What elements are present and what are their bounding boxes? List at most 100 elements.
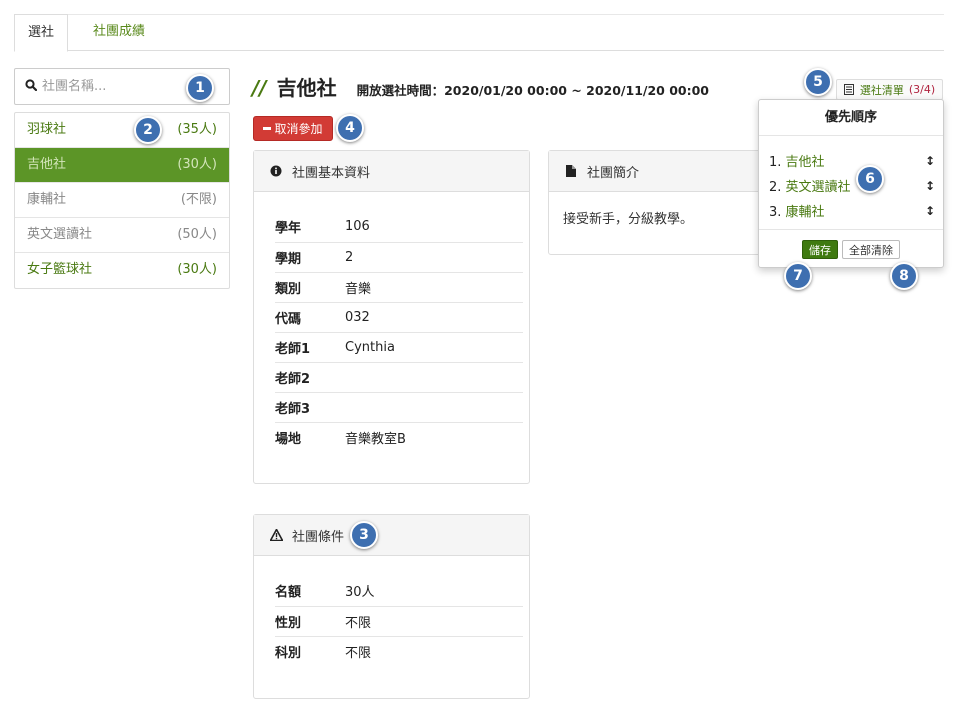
club-item-name: 吉他社 <box>27 157 67 172</box>
row-value: 不限 <box>345 606 523 637</box>
club-conditions-panel: 社團條件 名額 30人 性別 不限 科別 不限 <box>253 514 530 699</box>
title-slashes: // <box>252 76 267 100</box>
club-conditions-table: 名額 30人 性別 不限 科別 不限 <box>275 576 523 666</box>
table-row: 場地 音樂教室B <box>275 422 523 452</box>
priority-number: 3. <box>769 205 782 220</box>
club-info-header: 社團基本資料 <box>254 151 529 192</box>
row-key: 場地 <box>275 431 302 447</box>
warning-icon <box>268 529 284 541</box>
drag-handle-icon[interactable]: ↕ <box>925 154 935 168</box>
club-item-name: 康輔社 <box>27 192 67 207</box>
row-value <box>345 362 523 393</box>
row-value: 30人 <box>345 576 523 607</box>
row-value: 106 <box>345 212 523 243</box>
annotation-marker-4: 4 <box>336 114 364 142</box>
priority-list: 1. 吉他社 ↕ 2. 英文選讀社 ↕ 3. 康輔社 ↕ <box>759 136 943 230</box>
row-key: 學期 <box>275 242 345 273</box>
row-value: 音樂教室B <box>345 431 406 447</box>
tab-bar: 選社 社團成績 <box>14 14 944 52</box>
tab-select-club[interactable]: 選社 <box>14 14 69 52</box>
club-item-quota: (35人) <box>177 122 217 137</box>
club-item-name: 女子籃球社 <box>27 262 93 277</box>
drag-handle-icon[interactable]: ↕ <box>925 204 935 218</box>
priority-item[interactable]: 2. 英文選讀社 ↕ <box>769 173 935 198</box>
club-item-girls-basketball[interactable]: 女子籃球社 (30人) <box>15 253 229 288</box>
row-value: 音樂 <box>345 272 523 303</box>
club-info-panel: 社團基本資料 學年 106 學期 2 類別 音樂 代碼 032 老師1 Cynthia 老… <box>253 150 530 484</box>
cancel-join-button[interactable]: 取消參加 <box>253 116 333 141</box>
row-value: 2 <box>345 242 523 273</box>
club-intro-panel: 社團簡介 接受新手，分級教學。 <box>548 150 768 255</box>
club-item-name: 羽球社 <box>27 122 67 137</box>
row-key: 老師1 <box>275 332 345 363</box>
table-row: 學年 106 <box>275 212 523 243</box>
priority-item-text: 3. 康輔社 <box>769 201 825 220</box>
priority-club-name: 康輔社 <box>785 205 825 220</box>
selection-list-button[interactable]: 選社清單 (3/4) <box>836 79 943 100</box>
priority-item-text: 2. 英文選讀社 <box>769 176 851 195</box>
club-search-input[interactable] <box>42 79 192 94</box>
annotation-marker-7: 7 <box>784 262 812 290</box>
club-intro-header: 社團簡介 <box>549 151 767 192</box>
list-icon <box>843 84 854 95</box>
save-button[interactable]: 儲存 <box>802 240 838 259</box>
selection-count-badge: (3/4) <box>908 83 936 96</box>
club-item-quota: (30人) <box>177 157 217 172</box>
row-key: 老師3 <box>275 392 345 423</box>
annotation-marker-2: 2 <box>134 116 162 144</box>
row-key: 名額 <box>275 576 345 607</box>
club-name-heading: 吉他社 <box>276 76 337 100</box>
priority-club-name: 吉他社 <box>785 155 825 170</box>
priority-number: 2. <box>769 180 782 195</box>
table-row: 學期 2 <box>275 242 523 273</box>
row-key: 性別 <box>275 606 345 637</box>
club-intro-text: 接受新手，分級教學。 <box>563 212 694 227</box>
club-item-english-reading[interactable]: 英文選讀社 (50人) <box>15 218 229 253</box>
priority-item-text: 1. 吉他社 <box>769 151 825 170</box>
club-conditions-header: 社團條件 <box>254 515 529 556</box>
clear-all-button[interactable]: 全部清除 <box>842 240 900 259</box>
row-key: 類別 <box>275 272 345 303</box>
table-row: 代碼 032 <box>275 302 523 333</box>
row-value: 032 <box>345 302 523 333</box>
club-list: 羽球社 (35人) 吉他社 (30人) 康輔社 (不限) 英文選讀社 (50人)… <box>14 112 230 289</box>
club-item-name: 英文選讀社 <box>27 227 93 242</box>
table-row: 名額 30人 <box>275 576 523 607</box>
table-row: 老師1 Cynthia <box>275 332 523 363</box>
open-time-text: 開放選社時間：2020/01/20 00:00 ~ 2020/11/20 00:… <box>356 83 709 98</box>
club-item-quota: (不限) <box>180 192 217 207</box>
tab-club-grades[interactable]: 社團成績 <box>80 14 158 51</box>
priority-item[interactable]: 1. 吉他社 ↕ <box>769 148 935 173</box>
table-row: 性別 不限 <box>275 606 523 637</box>
drag-handle-icon[interactable]: ↕ <box>925 179 935 193</box>
annotation-marker-6: 6 <box>856 165 884 193</box>
club-item-recreation[interactable]: 康輔社 (不限) <box>15 183 229 218</box>
row-key: 老師2 <box>275 362 345 393</box>
document-icon <box>563 165 579 177</box>
table-row: 老師3 <box>275 392 523 423</box>
priority-popover: 優先順序 1. 吉他社 ↕ 2. 英文選讀社 ↕ 3. 康輔社 ↕ 儲存 全部清… <box>758 99 944 268</box>
info-icon <box>268 165 284 177</box>
table-row: 類別 音樂 <box>275 272 523 303</box>
club-item-guitar[interactable]: 吉他社 (30人) <box>15 148 229 183</box>
priority-club-name: 英文選讀社 <box>785 180 851 195</box>
selection-list-label: 選社清單 <box>859 83 904 97</box>
search-icon <box>25 78 38 95</box>
priority-actions: 儲存 全部清除 <box>759 230 943 259</box>
row-key: 科別 <box>275 645 302 661</box>
annotation-marker-8: 8 <box>890 262 918 290</box>
table-row: 老師2 <box>275 362 523 393</box>
club-intro-title: 社團簡介 <box>587 165 640 181</box>
minus-icon <box>263 127 272 130</box>
club-info-title: 社團基本資料 <box>292 165 371 181</box>
club-info-table: 學年 106 學期 2 類別 音樂 代碼 032 老師1 Cynthia 老師2 老師3 … <box>275 212 523 452</box>
annotation-marker-5: 5 <box>804 68 832 96</box>
club-item-quota: (30人) <box>177 262 217 277</box>
club-conditions-title: 社團條件 <box>292 529 345 545</box>
page-title: // 吉他社 開放選社時間：2020/01/20 00:00 ~ 2020/11… <box>252 72 709 102</box>
club-item-badminton[interactable]: 羽球社 (35人) <box>15 113 229 148</box>
row-value: Cynthia <box>345 332 523 363</box>
priority-item[interactable]: 3. 康輔社 ↕ <box>769 198 935 223</box>
row-value: 不限 <box>345 645 372 661</box>
cancel-join-label: 取消參加 <box>274 122 323 136</box>
